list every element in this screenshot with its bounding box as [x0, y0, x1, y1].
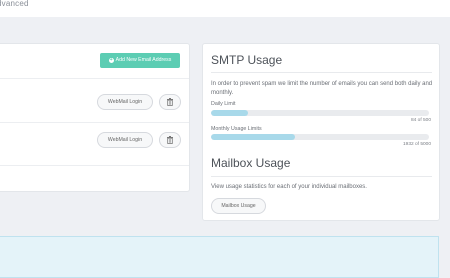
- row-divider: [0, 122, 189, 123]
- monthly-limit-bar: [211, 134, 429, 140]
- monthly-limit-fill: [211, 134, 296, 140]
- webmail-login-button[interactable]: WebMail Login: [97, 132, 153, 148]
- daily-limit-fill: [211, 110, 248, 116]
- daily-limit-label: Daily Limit: [211, 101, 236, 107]
- info-banner: [0, 236, 439, 278]
- email-panel-header: + Add New Email Address: [0, 44, 189, 79]
- smtp-description: In order to prevent spam we limit the nu…: [211, 81, 433, 96]
- monthly-limit-label: Monthly Usage Limits: [211, 126, 262, 132]
- email-addresses-panel: + Add New Email Address WebMail Login Web…: [0, 43, 190, 192]
- monthly-limit-count: 1932 of 5000: [402, 142, 431, 147]
- smtp-usage-title: SMTP Usage: [211, 53, 283, 67]
- add-email-button[interactable]: + Add New Email Address: [100, 53, 180, 68]
- webmail-login-button[interactable]: WebMail Login: [97, 94, 153, 110]
- mailbox-usage-button[interactable]: Mailbox Usage: [211, 198, 266, 214]
- delete-button[interactable]: [159, 132, 181, 148]
- top-bar: dvanced: [0, 0, 450, 17]
- usage-panel: SMTP Usage In order to prevent spam we l…: [202, 43, 440, 221]
- delete-button[interactable]: [159, 94, 181, 110]
- daily-limit-bar: [211, 110, 429, 116]
- row-divider: [0, 165, 189, 166]
- page-title: dvanced: [0, 0, 29, 8]
- mailbox-usage-title: Mailbox Usage: [211, 156, 291, 170]
- mailbox-description: View usage statistics for each of your i…: [211, 184, 367, 190]
- divider: [211, 176, 432, 177]
- trash-icon: [167, 98, 173, 106]
- add-email-label: Add New Email Address: [115, 57, 172, 63]
- daily-limit-count: 84 of 500: [410, 118, 431, 123]
- plus-icon: +: [108, 57, 114, 63]
- divider: [211, 72, 432, 73]
- trash-icon: [167, 136, 173, 144]
